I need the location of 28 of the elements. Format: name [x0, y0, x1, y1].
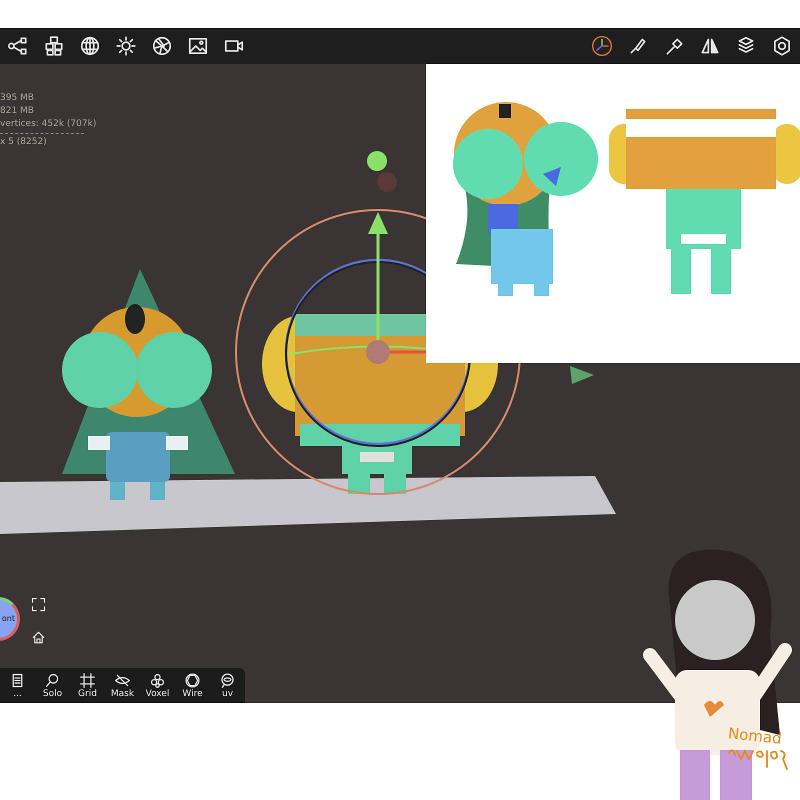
settings-icon[interactable] [771, 35, 793, 57]
toolbar-button[interactable]: Grid [70, 672, 105, 700]
toolbar-button[interactable]: Voxel [140, 672, 175, 700]
sphere-icon[interactable] [79, 35, 101, 57]
handwritten-note: Nomad [726, 723, 783, 750]
share-nodes-icon[interactable] [7, 35, 29, 57]
voxel-icon [149, 672, 166, 688]
stat-text: 395 MB [0, 92, 35, 105]
cubes-icon[interactable] [43, 35, 65, 57]
toolbar-button[interactable]: uv [210, 672, 245, 700]
wire-sphere-icon [184, 672, 201, 688]
home-icon[interactable] [31, 630, 46, 645]
grid-icon [79, 672, 96, 688]
toolbar-button[interactable]: Solo [35, 672, 70, 700]
stat-text: 821 MB [0, 105, 35, 118]
aperture-icon[interactable] [151, 35, 173, 57]
toolbar-button[interactable]: ... [0, 672, 35, 700]
toolbar-button[interactable]: Mask [105, 672, 140, 700]
toolbar-button[interactable]: Wire [175, 672, 210, 700]
view-cube[interactable]: ont [0, 597, 20, 641]
stat-text: vertices: 452k (707k) [0, 118, 96, 131]
image-icon[interactable] [187, 35, 209, 57]
fullscreen-icon[interactable] [31, 597, 46, 612]
stat-text: x 5 (8252) [0, 136, 48, 149]
gizmo-orb-icon[interactable] [591, 35, 613, 57]
search-icon [44, 672, 61, 688]
sun-icon[interactable] [115, 35, 137, 57]
uv-head-icon [219, 672, 236, 688]
